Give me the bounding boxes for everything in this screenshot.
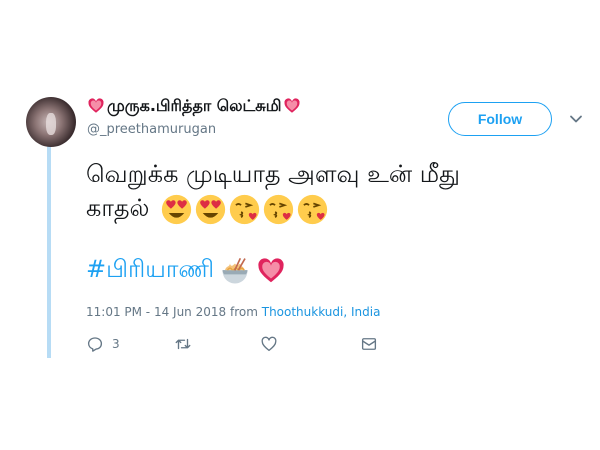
emoji-row bbox=[161, 194, 328, 225]
message-button[interactable] bbox=[360, 335, 378, 353]
heart-emoji bbox=[87, 97, 105, 115]
like-button[interactable] bbox=[260, 335, 278, 353]
retweet-button[interactable] bbox=[174, 335, 192, 353]
reply-count: 3 bbox=[112, 337, 120, 351]
reply-button[interactable]: 3 bbox=[86, 335, 120, 353]
message-icon bbox=[360, 335, 378, 353]
tweet-meta: 11:01 PM - 14 Jun 2018 from Thoothukkudi… bbox=[86, 305, 380, 319]
heart-eyes-emoji bbox=[161, 194, 192, 225]
user-name-row[interactable]: முருக.பிரித்தா லெட்சுமி bbox=[87, 94, 301, 118]
heart-eyes-emoji bbox=[195, 194, 226, 225]
location-link[interactable]: Thoothukkudi, India bbox=[262, 305, 381, 319]
like-icon bbox=[260, 335, 278, 353]
display-name[interactable]: முருக.பிரித்தா லெட்சுமி bbox=[107, 96, 281, 117]
kissing-heart-emoji bbox=[263, 194, 294, 225]
heart-emoji bbox=[283, 97, 301, 115]
tweet-text: வெறுக்க முடியாத அளவு உன் மீது காதல் bbox=[86, 157, 506, 225]
caret-icon[interactable] bbox=[569, 111, 583, 125]
retweet-icon bbox=[174, 335, 192, 353]
avatar[interactable] bbox=[26, 97, 76, 147]
kissing-heart-emoji bbox=[229, 194, 260, 225]
user-handle[interactable]: @_preethamurugan bbox=[87, 122, 216, 137]
from-label: from bbox=[229, 305, 258, 319]
action-bar: 3 bbox=[86, 335, 418, 353]
heart-emoji bbox=[256, 256, 286, 286]
follow-button[interactable]: Follow bbox=[448, 102, 552, 136]
hashtag-link[interactable]: #பிரியாணி bbox=[86, 255, 214, 286]
reply-icon bbox=[86, 335, 104, 353]
noodle-bowl-emoji bbox=[220, 256, 250, 286]
timestamp[interactable]: 11:01 PM - 14 Jun 2018 bbox=[86, 305, 226, 319]
thread-line bbox=[47, 146, 51, 358]
kissing-heart-emoji bbox=[297, 194, 328, 225]
hashtag-row: #பிரியாணி bbox=[86, 255, 286, 286]
